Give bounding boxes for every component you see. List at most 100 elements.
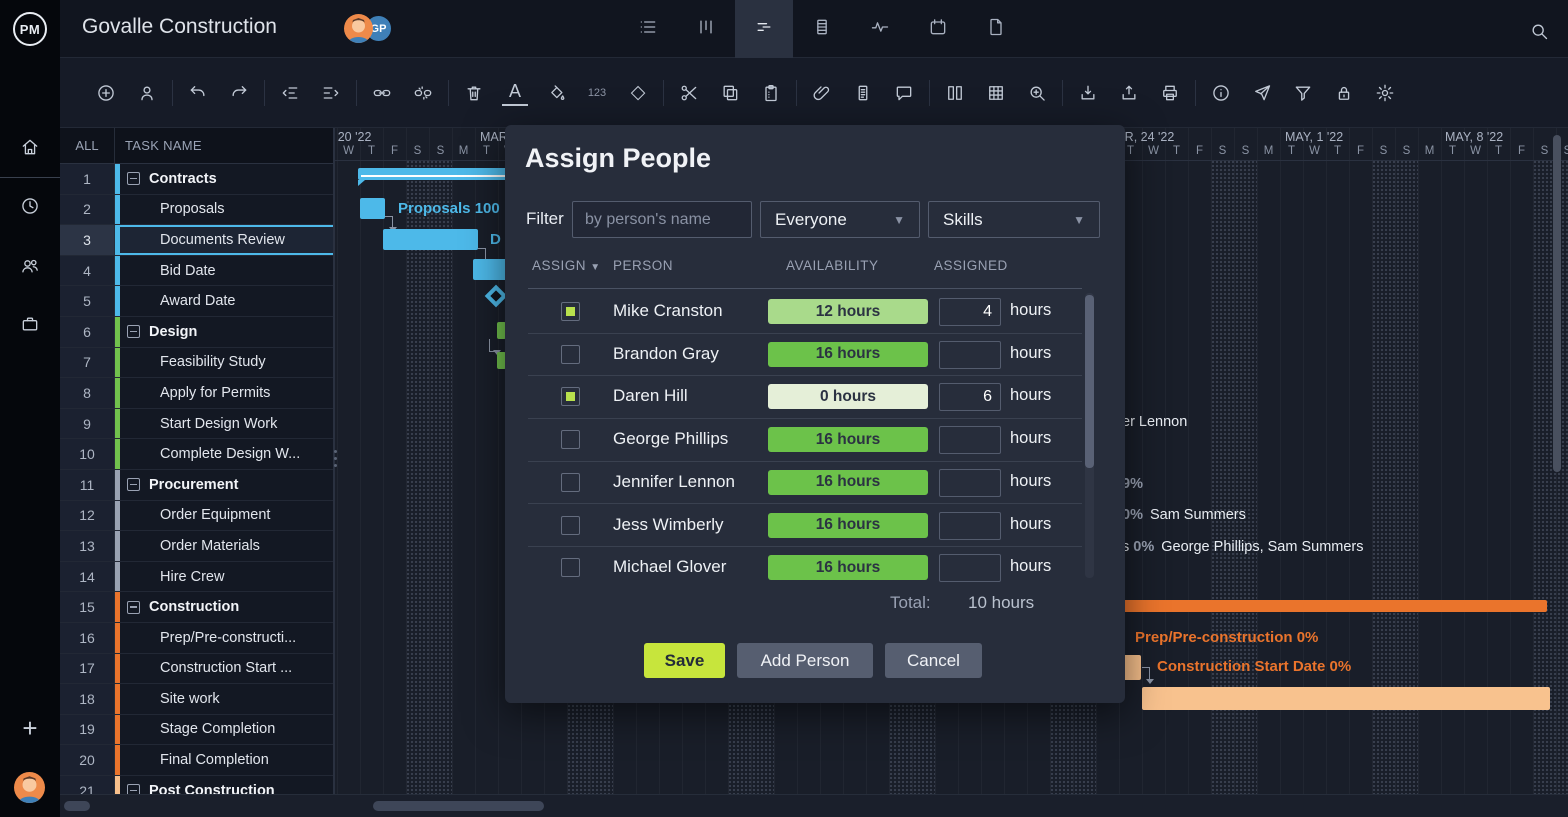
task-row-number[interactable]: 19 [60, 715, 115, 745]
assigned-hours-input[interactable] [939, 383, 1001, 411]
team-icon[interactable] [0, 246, 60, 286]
task-row-8[interactable]: 8Apply for Permits [60, 378, 333, 409]
task-row-7[interactable]: 7Feasibility Study [60, 348, 333, 379]
copy-icon[interactable] [717, 80, 743, 106]
task-row-name[interactable]: Order Equipment [115, 501, 333, 531]
assign-people-icon[interactable] [134, 80, 160, 106]
notes-icon[interactable] [850, 80, 876, 106]
redo-icon[interactable] [226, 80, 252, 106]
split-columns-icon[interactable] [942, 80, 968, 106]
share-icon[interactable] [1249, 80, 1275, 106]
task-row-number[interactable]: 20 [60, 745, 115, 775]
task-row-number[interactable]: 9 [60, 409, 115, 439]
undo-icon[interactable] [185, 80, 211, 106]
task-row-19[interactable]: 19Stage Completion [60, 715, 333, 746]
task-row-13[interactable]: 13Order Materials [60, 531, 333, 562]
assign-checkbox[interactable] [561, 345, 580, 364]
link-tasks-icon[interactable] [369, 80, 395, 106]
add-task-icon[interactable] [93, 80, 119, 106]
assign-checkbox[interactable] [561, 558, 580, 577]
collapse-icon[interactable] [127, 601, 140, 614]
task-row-name[interactable]: Bid Date [115, 256, 333, 286]
search-icon[interactable] [1526, 18, 1552, 44]
task-row-number[interactable]: 10 [60, 439, 115, 469]
assign-checkbox[interactable] [561, 473, 580, 492]
assigned-hours-input[interactable] [939, 512, 1001, 540]
view-tab-activity[interactable] [851, 0, 909, 58]
view-tab-sheet[interactable] [793, 0, 851, 58]
task-row-9[interactable]: 9Start Design Work [60, 409, 333, 440]
comment-icon[interactable] [891, 80, 917, 106]
gantt-vertical-scrollbar[interactable] [1553, 135, 1561, 472]
filter-icon[interactable] [1290, 80, 1316, 106]
column-assign[interactable]: ASSIGN ▼ [532, 258, 601, 273]
view-tab-board[interactable] [677, 0, 735, 58]
task-row-name[interactable]: Proposals [115, 195, 333, 225]
column-header-all[interactable]: ALL [60, 128, 115, 163]
task-row-number[interactable]: 16 [60, 623, 115, 653]
filter-skills-dropdown[interactable]: Skills ▼ [928, 201, 1100, 238]
assign-checkbox[interactable] [561, 302, 580, 321]
task-row-name[interactable]: Final Completion [115, 745, 333, 775]
assigned-hours-input[interactable] [939, 341, 1001, 369]
task-row-12[interactable]: 12Order Equipment [60, 501, 333, 532]
export-icon[interactable] [1116, 80, 1142, 106]
task-row-21[interactable]: 21Post Construction [60, 776, 333, 794]
table-horizontal-scrollbar[interactable] [64, 801, 90, 811]
task-row-name[interactable]: Complete Design W... [115, 439, 333, 469]
task-row-15[interactable]: 15Construction [60, 592, 333, 623]
text-color-icon[interactable]: A [502, 80, 528, 106]
task-row-name[interactable]: Post Construction [115, 776, 333, 794]
project-avatars[interactable]: GP [344, 14, 393, 43]
task-row-6[interactable]: 6Design [60, 317, 333, 348]
column-header-task-name[interactable]: TASK NAME [115, 128, 333, 163]
task-row-17[interactable]: 17Construction Start ... [60, 654, 333, 685]
assign-checkbox[interactable] [561, 387, 580, 406]
task-row-name[interactable]: Prep/Pre-constructi... [115, 623, 333, 653]
numbers-icon[interactable]: 123 [584, 80, 610, 106]
task-row-name[interactable]: Apply for Permits [115, 378, 333, 408]
account-avatar[interactable] [14, 772, 45, 803]
task-row-name[interactable]: Order Materials [115, 531, 333, 561]
indent-icon[interactable] [318, 80, 344, 106]
task-row-1[interactable]: 1Contracts [60, 164, 333, 195]
home-icon[interactable] [0, 127, 60, 167]
task-row-number[interactable]: 13 [60, 531, 115, 561]
assigned-hours-input[interactable] [939, 554, 1001, 582]
task-row-number[interactable]: 3 [60, 225, 115, 255]
assign-checkbox[interactable] [561, 430, 580, 449]
grid-view-icon[interactable] [983, 80, 1009, 106]
cut-icon[interactable] [676, 80, 702, 106]
lock-icon[interactable] [1331, 80, 1357, 106]
task-row-number[interactable]: 15 [60, 592, 115, 622]
filter-everyone-dropdown[interactable]: Everyone ▼ [760, 201, 920, 238]
user-avatar[interactable] [344, 14, 373, 43]
import-icon[interactable] [1075, 80, 1101, 106]
assigned-hours-input[interactable] [939, 469, 1001, 497]
collapse-icon[interactable] [127, 325, 140, 338]
task-row-number[interactable]: 7 [60, 348, 115, 378]
milestone-icon[interactable]: ◇ [625, 80, 651, 106]
view-tab-calendar[interactable] [909, 0, 967, 58]
task-row-number[interactable]: 17 [60, 654, 115, 684]
task-row-name[interactable]: Stage Completion [115, 715, 333, 745]
view-tab-doc[interactable] [967, 0, 1025, 58]
settings-icon[interactable] [1372, 80, 1398, 106]
task-row-name[interactable]: Procurement [115, 470, 333, 500]
paste-icon[interactable] [758, 80, 784, 106]
zoom-in-icon[interactable] [1024, 80, 1050, 106]
task-row-3[interactable]: 3Documents Review [60, 225, 333, 256]
task-row-name[interactable]: Construction Start ... [115, 654, 333, 684]
task-row-number[interactable]: 6 [60, 317, 115, 347]
task-row-14[interactable]: 14Hire Crew [60, 562, 333, 593]
task-row-number[interactable]: 21 [60, 776, 115, 794]
view-tab-list[interactable] [619, 0, 677, 58]
filter-name-input[interactable] [572, 201, 752, 238]
task-row-number[interactable]: 8 [60, 378, 115, 408]
task-row-number[interactable]: 14 [60, 562, 115, 592]
gantt-horizontal-scrollbar[interactable] [373, 801, 544, 811]
save-button[interactable]: Save [644, 643, 725, 678]
portfolio-icon[interactable] [0, 304, 60, 344]
attachment-icon[interactable] [809, 80, 835, 106]
gantt-bar-proposals[interactable] [360, 198, 385, 219]
